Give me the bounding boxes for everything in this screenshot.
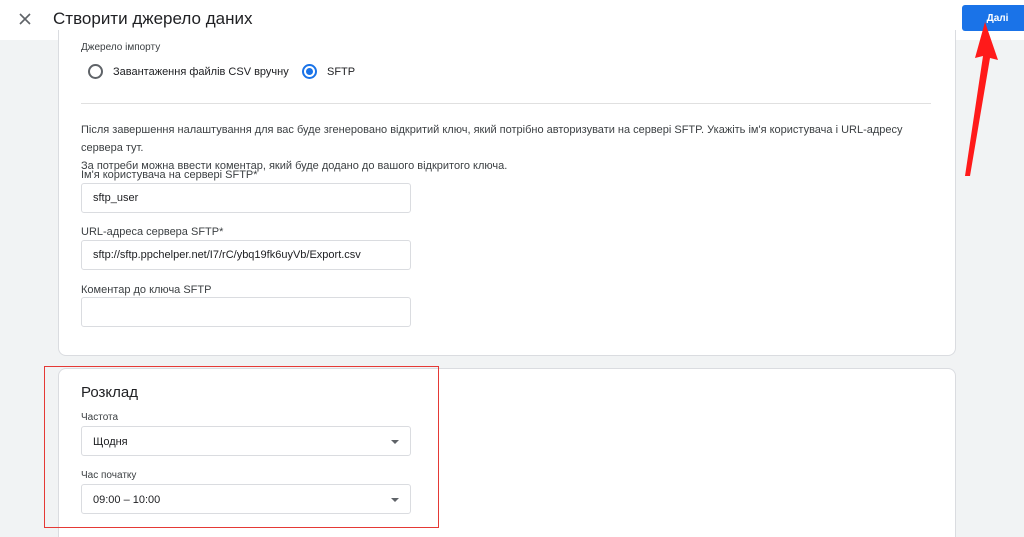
radio-label-sftp[interactable]: SFTP [327,65,355,79]
sftp-info-text: Після завершення налаштування для вас бу… [81,121,941,175]
frequency-value: Щодня [93,436,128,448]
sftp-comment-input[interactable] [81,297,411,327]
frequency-label: Частота [81,412,119,423]
sftp-url-input[interactable] [81,240,411,270]
chevron-down-icon [391,440,399,444]
annotation-arrow [965,22,998,176]
radio-manual-csv-upload[interactable] [88,64,103,79]
sftp-comment-label: Коментар до ключа SFTP [81,284,212,296]
start-time-select[interactable]: 09:00 – 10:00 [81,484,411,514]
sftp-url-label: URL-адреса сервера SFTP* [81,226,224,238]
radio-label-manual-csv-upload[interactable]: Завантаження файлів CSV вручну [113,65,289,79]
radio-sftp[interactable] [302,64,317,79]
section-divider [81,103,931,104]
start-time-value: 09:00 – 10:00 [93,494,161,506]
sftp-username-label: Ім'я користувача на сервері SFTP* [81,169,258,181]
schedule-title: Розклад [81,384,138,401]
sftp-info-line-1: Після завершення налаштування для вас бу… [81,124,903,154]
sftp-username-input[interactable] [81,183,411,213]
close-icon [19,13,31,25]
start-time-label: Час початку [81,470,137,481]
import-source-label: Джерело імпорту [81,42,161,53]
chevron-down-icon [391,498,399,502]
frequency-select[interactable]: Щодня [81,426,411,456]
page-title: Створити джерело даних [53,9,253,28]
close-button[interactable] [14,8,36,30]
